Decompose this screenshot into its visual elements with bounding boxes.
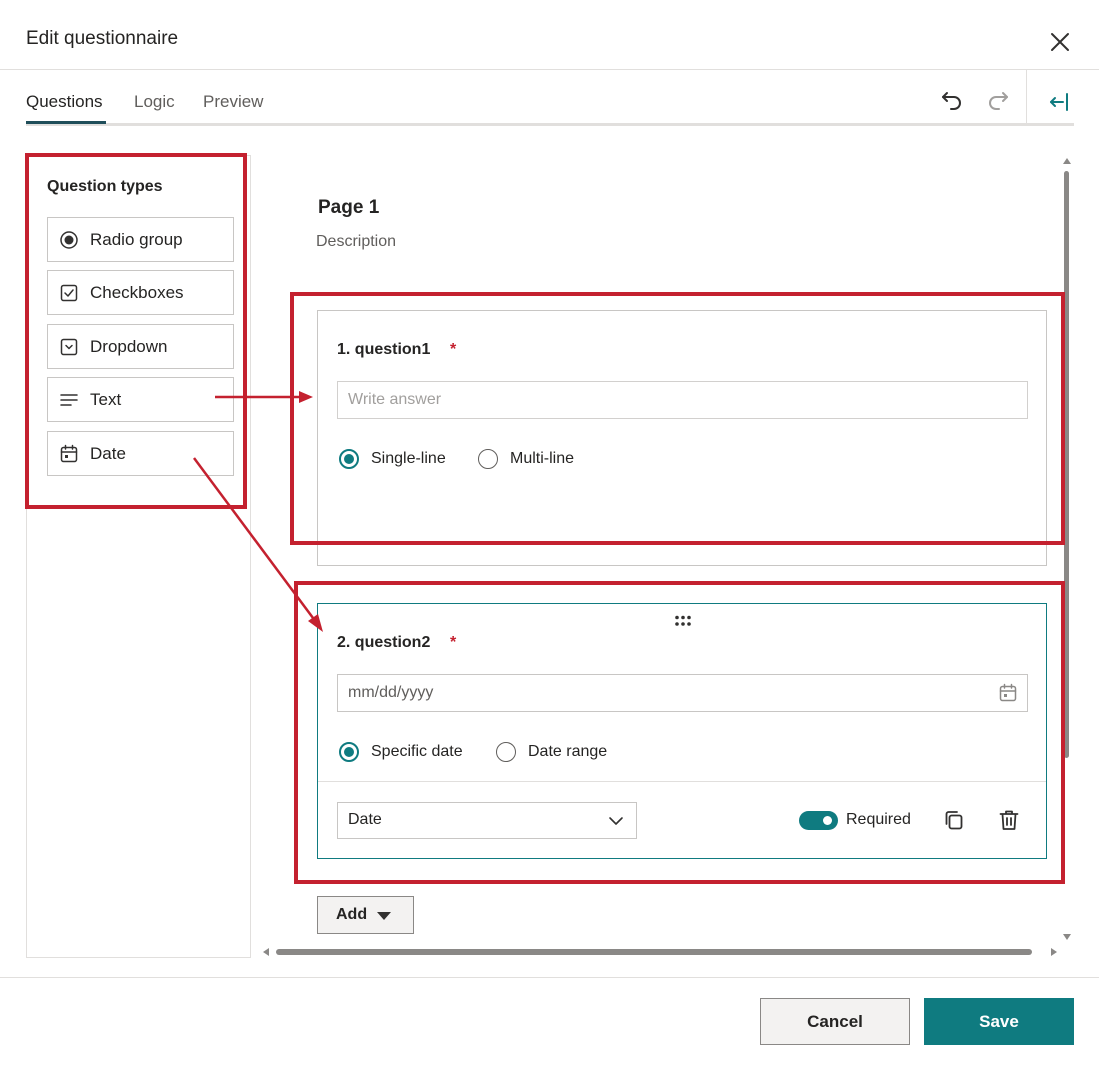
question-card-1[interactable]: 1. question1 * Single-line Multi-line	[317, 310, 1047, 566]
close-button[interactable]	[1046, 28, 1074, 56]
palette-item-radio-group[interactable]: Radio group	[47, 217, 234, 262]
question-type-select[interactable]: Date	[337, 802, 637, 839]
page-description[interactable]: Description	[316, 233, 396, 251]
question-card-2[interactable]: 2. question2 * mm/dd/yyyy Specific date …	[317, 603, 1047, 859]
page-title: Page 1	[318, 197, 380, 218]
radio-group-icon	[60, 231, 78, 249]
horizontal-scrollbar[interactable]	[262, 946, 1060, 958]
radio-label: Date range	[528, 743, 608, 760]
tab-logic[interactable]: Logic	[134, 92, 175, 112]
design-canvas: Page 1 Description 1. question1 * Single…	[262, 155, 1074, 958]
add-question-button[interactable]: Add	[317, 896, 414, 934]
tab-bar: Questions Logic Preview	[26, 70, 1074, 126]
palette-item-dropdown[interactable]: Dropdown	[47, 324, 234, 369]
scroll-down-arrow-icon[interactable]	[1063, 933, 1071, 941]
redo-icon	[989, 92, 1008, 110]
tab-preview[interactable]: Preview	[203, 92, 263, 112]
card-footer-divider	[318, 781, 1046, 782]
dropdown-icon	[60, 338, 78, 356]
vertical-scroll-thumb[interactable]	[1064, 171, 1069, 758]
dialog-header: Edit questionnaire	[0, 0, 1099, 70]
radio-button[interactable]	[339, 449, 359, 469]
caret-down-icon	[377, 912, 391, 920]
radio-label: Multi-line	[510, 450, 575, 467]
scroll-right-arrow-icon[interactable]	[1050, 948, 1058, 956]
redo-button[interactable]	[984, 86, 1012, 114]
radio-date-range[interactable]: Date range	[496, 742, 607, 762]
toolbar-divider	[1026, 70, 1027, 125]
question-type-value: Date	[348, 811, 382, 828]
palette-item-checkboxes[interactable]: Checkboxes	[47, 270, 234, 315]
radio-button[interactable]	[478, 449, 498, 469]
radio-label: Specific date	[371, 743, 463, 760]
trash-icon	[999, 810, 1019, 830]
add-label: Add	[336, 906, 368, 923]
duplicate-button[interactable]	[942, 808, 966, 832]
delete-button[interactable]	[997, 808, 1021, 832]
radio-specific-date[interactable]: Specific date	[339, 742, 463, 762]
palette-item-label: Date	[90, 444, 126, 463]
text-lines-icon	[60, 394, 78, 406]
undo-button[interactable]	[938, 86, 966, 114]
required-label: Required	[846, 811, 911, 828]
palette-item-label: Text	[90, 390, 122, 409]
tab-questions[interactable]: Questions	[26, 92, 103, 112]
palette-item-label: Radio group	[90, 230, 183, 249]
question-types-panel: Question types Radio group Checkboxes Dr…	[26, 155, 251, 958]
date-placeholder: mm/dd/yyyy	[348, 684, 434, 701]
radio-button[interactable]	[496, 742, 516, 762]
radio-multi-line[interactable]: Multi-line	[478, 449, 574, 469]
collapse-panel-button[interactable]	[1046, 88, 1074, 116]
scroll-left-arrow-icon[interactable]	[262, 948, 270, 956]
cancel-button[interactable]: Cancel	[760, 998, 910, 1045]
answer-input[interactable]	[337, 381, 1028, 419]
calendar-icon[interactable]	[998, 683, 1018, 703]
close-icon	[1051, 33, 1069, 51]
horizontal-scroll-thumb[interactable]	[276, 949, 1032, 955]
radio-label: Single-line	[371, 450, 446, 467]
dialog-footer: Cancel Save	[0, 977, 1099, 1069]
palette-item-label: Checkboxes	[90, 283, 184, 302]
palette-item-text[interactable]: Text	[47, 377, 234, 422]
dialog-title: Edit questionnaire	[26, 28, 179, 49]
required-asterisk: *	[450, 634, 457, 651]
palette-item-label: Dropdown	[90, 337, 168, 356]
question-title[interactable]: 2. question2	[337, 634, 430, 652]
palette-item-date[interactable]: Date	[47, 431, 234, 476]
active-tab-indicator	[26, 121, 106, 124]
save-button[interactable]: Save	[924, 998, 1074, 1045]
date-input[interactable]: mm/dd/yyyy	[337, 674, 1028, 712]
collapse-panel-icon	[1050, 93, 1068, 111]
scroll-up-arrow-icon[interactable]	[1063, 157, 1071, 165]
copy-icon	[945, 811, 963, 830]
undo-icon	[942, 92, 961, 110]
required-toggle[interactable]	[799, 811, 838, 830]
radio-single-line[interactable]: Single-line	[339, 449, 446, 469]
calendar-icon	[60, 444, 78, 463]
toggle-knob	[823, 816, 832, 825]
question-types-title: Question types	[47, 178, 163, 195]
required-asterisk: *	[450, 341, 457, 358]
radio-button[interactable]	[339, 742, 359, 762]
chevron-down-icon	[609, 817, 623, 825]
checkbox-icon	[60, 284, 78, 302]
question-title[interactable]: 1. question1	[337, 341, 430, 359]
vertical-scrollbar[interactable]	[1061, 155, 1073, 945]
drag-handle-icon[interactable]	[672, 614, 694, 628]
